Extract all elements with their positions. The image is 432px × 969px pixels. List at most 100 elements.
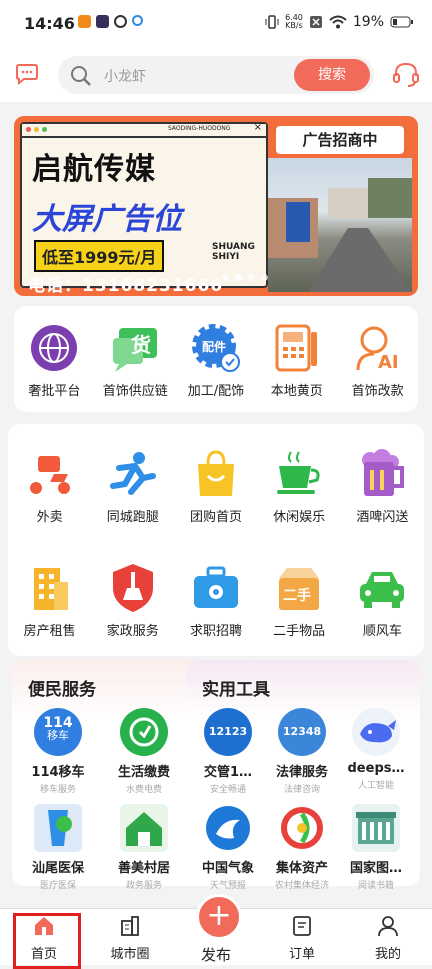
service-label: 奢批平台 [28,384,81,399]
convenience-item-move-car[interactable]: 114 移车 114移车 移车服务 [22,708,94,795]
service-label: 加工/配饰 [187,384,245,399]
tool-subtitle: 法律咨询 [283,785,320,795]
car-icon [356,562,408,614]
app-notification-icon [78,15,91,28]
wifi-icon [329,15,347,29]
window-close-icon: × [253,122,262,133]
convenience-item-title: 生活缴费 [117,765,170,780]
tool-collective-assets[interactable]: 集体资产 农村集体经济 [266,804,338,891]
tab-label: 首页 [30,947,57,962]
tool-legal[interactable]: 12348 法律服务 法律咨询 [266,708,338,795]
briefcase-icon [190,562,242,614]
category-errand[interactable]: 同城跑腿 [91,448,174,525]
tool-subtitle: 天气预报 [209,881,246,891]
search-button[interactable]: 搜索 [294,59,370,91]
tool-traffic[interactable]: 12123 交管1… 安全畅通 [192,708,264,795]
home-icon [35,917,53,935]
shopping-bag-icon [190,448,242,500]
service-jewelry-supply[interactable]: 货 首饰供应链 [95,322,176,399]
convenience-item-subtitle: 移车服务 [39,785,76,795]
category-secondhand[interactable]: 二手 二手物品 [258,562,341,639]
convenience-item-bills[interactable]: 生活缴费 水费电费 [108,708,180,795]
service-processing[interactable]: 配件 加工/配饰 [176,322,257,399]
bill-pay-icon [120,708,168,756]
convenience-item-medical[interactable]: 汕尾医保 医疗医保 [22,804,94,891]
pager-dot [235,274,242,281]
categories-card: 外卖 同城跑腿 团购首页 休闲娱乐 酒啤闪送 房产租售 家政服务 求职招聘 二手… [8,424,424,656]
banner-headline: 启航传媒 [32,152,156,187]
svg-text:AI: AI [378,352,399,373]
banner-brand: SHUANG SHIYI [212,242,255,262]
ad-banner[interactable]: SAODING-HUODONG × 启航传媒 大屏广告位 低至1999元/月 S… [14,116,418,296]
category-groupbuy[interactable]: 团购首页 [174,448,257,525]
tool-title: 法律服务 [275,765,328,780]
service-wholesale[interactable]: 奢批平台 [14,322,95,399]
battery-level: 19% [352,14,384,30]
battery-icon [390,16,413,28]
service-yellow-pages[interactable]: 本地黄页 [256,322,337,399]
category-rideshare[interactable]: 顺风车 [341,562,424,639]
category-label: 团购首页 [189,510,242,525]
whale-icon [352,708,400,756]
search-input[interactable]: 小龙虾 [104,66,146,86]
status-bar: 14:46 6.40 KB/s 19% [0,0,432,48]
tab-label: 我的 [374,947,401,962]
category-housekeeping[interactable]: 家政服务 [91,562,174,639]
category-label: 同城跑腿 [106,510,159,525]
category-takeout[interactable]: 外卖 [8,448,91,525]
tool-subtitle: 安全畅通 [209,785,246,795]
convenience-item-village[interactable]: 善美村居 政务服务 [108,804,180,891]
convenience-item-subtitle: 水费电费 [125,785,162,795]
post-plus-button[interactable]: + [196,894,242,940]
customer-service-icon[interactable] [392,60,420,88]
goods-chat-icon: 货 [109,322,161,374]
collective-assets-icon [278,804,326,852]
top-bar: 小龙虾 搜索 [0,48,432,102]
banner-price: 低至1999元/月 [34,240,165,272]
banner-window-bar: SAODING-HUODONG × [22,122,266,138]
tool-title: 国家图… [349,861,402,876]
street-scene-image [268,178,412,292]
move-car-icon-text: 114 [43,715,73,731]
tool-title: 中国气象 [201,861,254,876]
message-icon[interactable] [15,63,39,85]
post-label[interactable]: 发布 [196,944,236,965]
move-car-icon-subtext: 移车 [47,729,69,742]
tool-subtitle: 人工智能 [357,781,394,791]
tab-city-circle[interactable]: 城市圈 [100,915,160,962]
pager-dot [222,274,229,281]
tool-deepseek[interactable]: deeps… 人工智能 [340,708,412,791]
gear-icon: 配件 [190,322,242,374]
category-label: 家政服务 [106,624,159,639]
tab-orders[interactable]: 订单 [272,915,332,962]
globe-icon [28,322,80,374]
convenience-item-subtitle: 政务服务 [125,881,162,891]
vibrate-icon [265,15,279,29]
traffic-police-icon: 12123 [204,708,252,756]
search-bar[interactable]: 小龙虾 搜索 [58,56,374,94]
tool-national-library[interactable]: 国家图… 阅读书籍 [340,804,412,891]
services-card: 奢批平台 货 首饰供应链 配件 加工/配饰 本地黄页 AI 首饰改款 [14,306,418,412]
phonebook-icon [271,322,323,374]
category-jobs[interactable]: 求职招聘 [174,562,257,639]
service-label: 首饰改款 [351,384,404,399]
banner-photo-panel: 广告招商中 [264,122,414,292]
status-time: 14:46 [24,14,75,33]
category-label: 房产租售 [23,624,76,639]
network-speed: 6.40 KB/s [285,14,303,30]
category-leisure[interactable]: 休闲娱乐 [258,448,341,525]
convenience-item-title: 汕尾医保 [31,861,84,876]
ai-person-icon: AI [352,322,404,374]
service-jewelry-modify[interactable]: AI 首饰改款 [337,322,418,399]
tab-home[interactable]: 首页 [14,915,74,962]
service-label: 本地黄页 [270,384,323,399]
tab-label: 城市圈 [110,947,150,962]
category-real-estate[interactable]: 房产租售 [8,562,91,639]
move-car-icon: 114 移车 [34,708,82,756]
broom-shield-icon [107,562,159,614]
tool-weather[interactable]: 中国气象 天气预报 [192,804,264,891]
tools-panel: 实用工具 12123 交管1… 安全畅通 12348 法律服务 法律咨询 dee… [186,660,420,891]
tab-profile[interactable]: 我的 [358,915,418,962]
category-beer-delivery[interactable]: 酒啤闪送 [341,448,424,525]
category-label: 酒啤闪送 [356,510,409,525]
